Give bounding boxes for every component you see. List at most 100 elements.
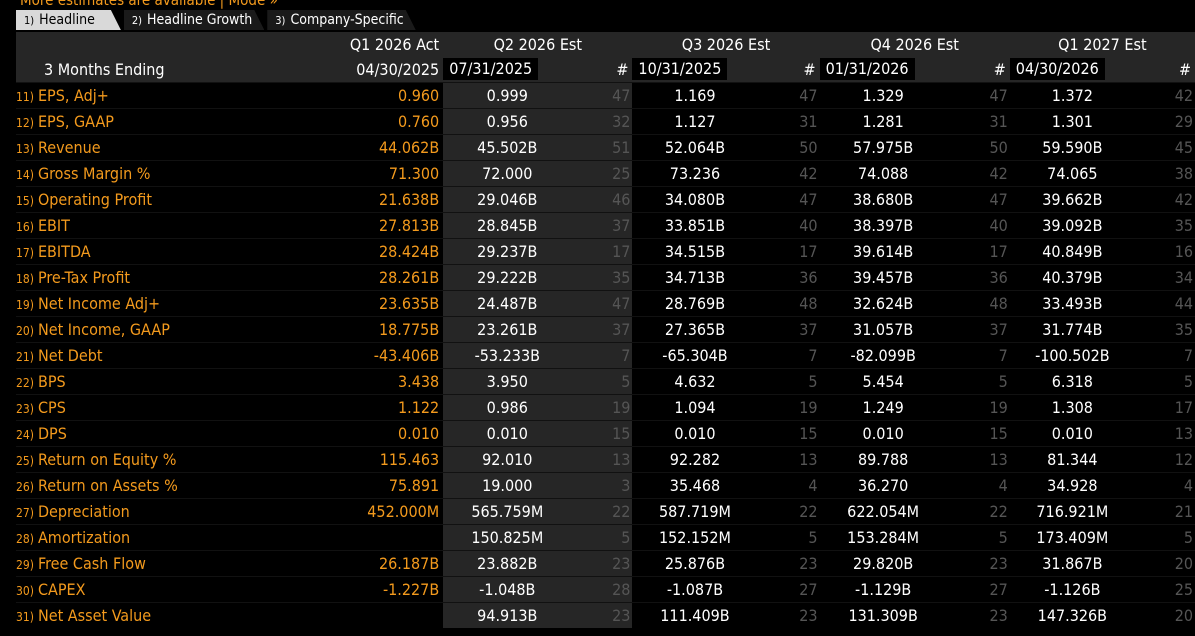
estimate-value[interactable]: 0.956: [443, 108, 572, 135]
estimate-count[interactable]: 35: [1134, 212, 1195, 239]
estimate-count[interactable]: 48: [946, 290, 1010, 317]
table-row[interactable]: 22) BPS 3.438 3.950 5 4.632 5 5.454 5 6.318 5: [16, 368, 1195, 395]
estimate-count[interactable]: 28: [571, 576, 633, 603]
estimate-count[interactable]: 40: [946, 212, 1010, 239]
estimate-value[interactable]: 34.080B: [632, 186, 758, 213]
estimate-count[interactable]: 23: [946, 550, 1010, 577]
period-header-q4-2026-est[interactable]: Q4 2026 Est: [819, 32, 1010, 56]
estimate-value[interactable]: 39.092B: [1009, 212, 1135, 239]
estimate-count[interactable]: 32: [571, 108, 633, 135]
estimate-value[interactable]: 19.000: [443, 472, 572, 499]
estimate-value[interactable]: 1.169: [632, 82, 758, 109]
estimate-value[interactable]: 1.308: [1009, 394, 1135, 421]
estimate-count[interactable]: 27: [946, 576, 1010, 603]
estimate-count[interactable]: 19: [571, 394, 633, 421]
estimate-value[interactable]: 92.282: [632, 446, 758, 473]
table-row[interactable]: 17) EBITDA 28.424B 29.237B 17 34.515B 17 39.614…: [16, 238, 1195, 265]
estimate-count[interactable]: 13: [757, 446, 820, 473]
period-header-q3-2026-est[interactable]: Q3 2026 Est: [632, 32, 820, 56]
estimate-value[interactable]: 111.409B: [632, 602, 758, 628]
estimate-count[interactable]: 23: [946, 602, 1010, 628]
estimate-count[interactable]: 50: [757, 134, 820, 161]
row-label[interactable]: 31) Net Asset Value: [16, 602, 297, 628]
estimate-value[interactable]: 24.487B: [443, 290, 572, 317]
row-label[interactable]: 12) EPS, GAAP: [16, 108, 297, 135]
estimate-count[interactable]: 47: [757, 186, 820, 213]
estimate-count[interactable]: 23: [571, 550, 633, 577]
row-label[interactable]: 19) Net Income Adj+: [16, 290, 297, 317]
estimate-count[interactable]: 22: [571, 498, 633, 525]
estimate-value[interactable]: 23.261B: [443, 316, 572, 343]
estimate-value[interactable]: 0.010: [443, 420, 572, 447]
estimate-value[interactable]: 34.928: [1009, 472, 1135, 499]
estimate-count[interactable]: 42: [1134, 186, 1195, 213]
estimate-value[interactable]: 4.632: [632, 368, 758, 395]
table-row[interactable]: 14) Gross Margin % 71.300 72.000 25 73.236 42 7…: [16, 160, 1195, 187]
estimate-count[interactable]: 42: [946, 160, 1010, 187]
estimate-value[interactable]: 173.409M: [1009, 524, 1135, 551]
row-label[interactable]: 30) CAPEX: [16, 576, 297, 603]
estimate-count[interactable]: 51: [571, 134, 633, 161]
estimate-value[interactable]: 94.913B: [443, 602, 572, 628]
estimate-count[interactable]: 4: [1134, 472, 1195, 499]
estimate-value[interactable]: 152.152M: [632, 524, 758, 551]
estimate-value[interactable]: 52.064B: [632, 134, 758, 161]
estimate-count[interactable]: 5: [757, 368, 820, 395]
estimate-value[interactable]: 59.590B: [1009, 134, 1135, 161]
estimate-value[interactable]: 74.065: [1009, 160, 1135, 187]
table-row[interactable]: 16) EBIT 27.813B 28.845B 37 33.851B 40 38.397B 4…: [16, 212, 1195, 239]
estimate-value[interactable]: 0.986: [443, 394, 572, 421]
estimate-value[interactable]: 150.825M: [443, 524, 572, 551]
estimate-count[interactable]: 47: [946, 186, 1010, 213]
estimate-value[interactable]: -100.502B: [1009, 342, 1135, 369]
estimate-value[interactable]: 5.454: [819, 368, 947, 395]
estimate-count[interactable]: 25: [1134, 576, 1195, 603]
row-label[interactable]: 26) Return on Assets %: [16, 472, 297, 499]
estimate-value[interactable]: 153.284M: [819, 524, 947, 551]
estimate-value[interactable]: 38.397B: [819, 212, 947, 239]
estimate-value[interactable]: 72.000: [443, 160, 572, 187]
row-label[interactable]: 21) Net Debt: [16, 342, 297, 369]
estimate-count[interactable]: 5: [571, 368, 633, 395]
estimate-value[interactable]: 39.662B: [1009, 186, 1135, 213]
date-input-q5[interactable]: 04/30/2026: [1009, 58, 1105, 80]
table-row[interactable]: 15) Operating Profit 21.638B 29.046B 46 34.08…: [16, 186, 1195, 213]
estimate-count[interactable]: 25: [571, 160, 633, 187]
estimate-value[interactable]: 1.127: [632, 108, 758, 135]
estimate-count[interactable]: 5: [757, 524, 820, 551]
estimate-count[interactable]: 34: [1134, 264, 1195, 291]
estimate-count[interactable]: 7: [946, 342, 1010, 369]
estimate-value[interactable]: -53.233B: [443, 342, 572, 369]
estimate-count[interactable]: 20: [1134, 602, 1195, 628]
estimate-value[interactable]: 34.515B: [632, 238, 758, 265]
estimate-count[interactable]: 19: [946, 394, 1010, 421]
estimate-count[interactable]: 7: [757, 342, 820, 369]
estimate-value[interactable]: 1.249: [819, 394, 947, 421]
estimate-count[interactable]: 13: [1134, 420, 1195, 447]
estimate-count[interactable]: 45: [1134, 134, 1195, 161]
estimate-count[interactable]: 5: [946, 524, 1010, 551]
date-input-q3[interactable]: 10/31/2025: [632, 58, 728, 80]
row-label[interactable]: 25) Return on Equity %: [16, 446, 297, 473]
tab-company-specific[interactable]: 3) Company-Specific: [267, 10, 415, 30]
estimate-count[interactable]: 5: [946, 368, 1010, 395]
estimate-count[interactable]: 7: [1134, 342, 1195, 369]
table-row[interactable]: 30) CAPEX -1.227B -1.048B 28 -1.087B 27 -1.129B…: [16, 576, 1195, 603]
table-row[interactable]: 19) Net Income Adj+ 23.635B 24.487B 47 28.769…: [16, 290, 1195, 317]
table-row[interactable]: 27) Depreciation 452.000M 565.759M 22 587.719…: [16, 498, 1195, 525]
top-banner[interactable]: More estimates are available | Mode »: [0, 0, 1195, 10]
estimate-value[interactable]: 1.329: [819, 82, 947, 109]
estimate-count[interactable]: 5: [1134, 524, 1195, 551]
estimate-value[interactable]: 1.281: [819, 108, 947, 135]
row-label[interactable]: 14) Gross Margin %: [16, 160, 297, 187]
estimate-value[interactable]: 1.094: [632, 394, 758, 421]
estimate-value[interactable]: 45.502B: [443, 134, 572, 161]
estimate-count[interactable]: 44: [1134, 290, 1195, 317]
table-row[interactable]: 25) Return on Equity % 115.463 92.010 13 92.2…: [16, 446, 1195, 473]
estimate-value[interactable]: -82.099B: [819, 342, 947, 369]
estimate-value[interactable]: 33.851B: [632, 212, 758, 239]
estimate-count[interactable]: 22: [946, 498, 1010, 525]
estimate-count[interactable]: 15: [757, 420, 820, 447]
tab-headline-growth[interactable]: 2) Headline Growth: [124, 10, 264, 30]
estimate-value[interactable]: 39.614B: [819, 238, 947, 265]
